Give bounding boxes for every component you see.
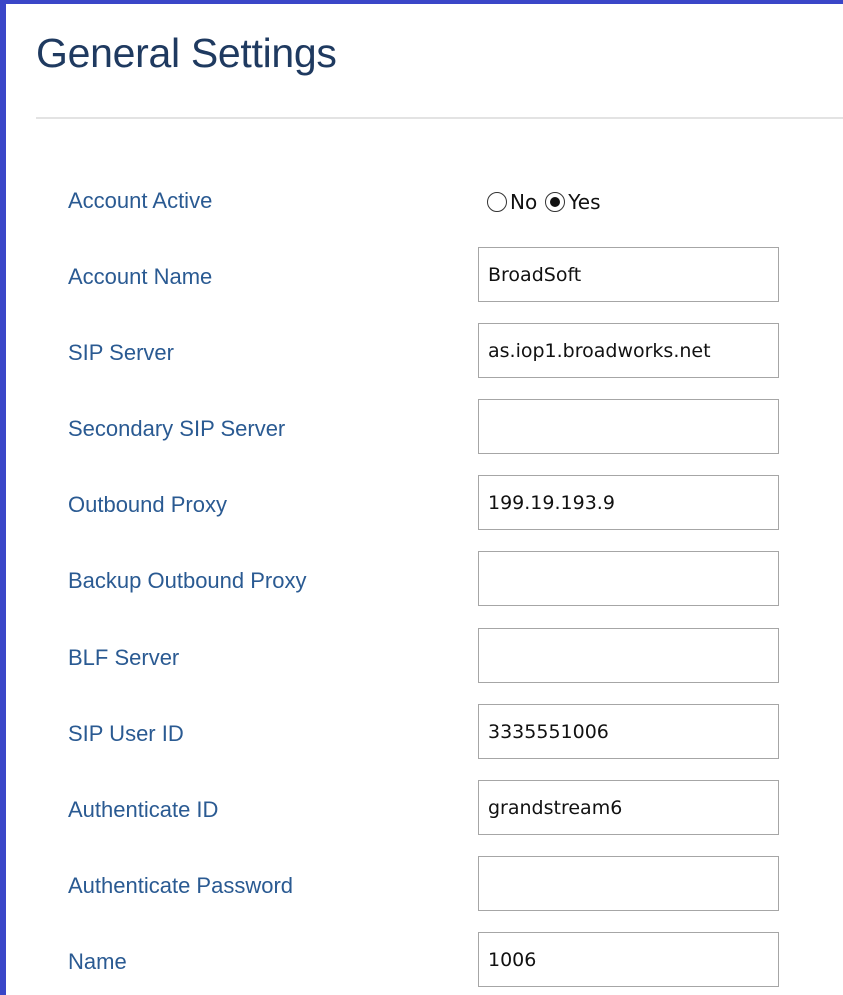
outbound-proxy-label: Outbound Proxy bbox=[68, 492, 227, 517]
backup-outbound-proxy-label: Backup Outbound Proxy bbox=[68, 568, 307, 593]
outbound-proxy-input[interactable] bbox=[478, 475, 779, 530]
blf-server-input[interactable] bbox=[478, 628, 779, 683]
authenticate-password-input[interactable] bbox=[478, 856, 779, 911]
secondary-sip-server-label: Secondary SIP Server bbox=[68, 416, 286, 441]
name-input[interactable] bbox=[478, 932, 779, 987]
backup-outbound-proxy-input[interactable] bbox=[478, 551, 779, 606]
sip-user-id-input[interactable] bbox=[478, 704, 779, 759]
sip-server-label: SIP Server bbox=[68, 340, 174, 365]
account-name-input[interactable] bbox=[478, 247, 779, 302]
sip-server-input[interactable] bbox=[478, 323, 779, 378]
name-label: Name bbox=[68, 949, 127, 974]
account-active-yes-radio[interactable] bbox=[545, 192, 566, 212]
account-active-yes-label[interactable]: Yes bbox=[568, 190, 600, 214]
authenticate-id-input[interactable] bbox=[478, 780, 779, 835]
account-name-label: Account Name bbox=[68, 264, 213, 289]
title-divider bbox=[36, 117, 843, 119]
secondary-sip-server-input[interactable] bbox=[478, 399, 779, 454]
settings-panel: General Settings Account Active No Yes A… bbox=[0, 0, 843, 995]
account-active-radio-group: No Yes bbox=[487, 188, 601, 216]
authenticate-id-label: Authenticate ID bbox=[68, 797, 219, 822]
page-title: General Settings bbox=[36, 30, 337, 76]
authenticate-password-label: Authenticate Password bbox=[68, 873, 294, 898]
account-active-no-label[interactable]: No bbox=[510, 190, 537, 214]
account-active-no-radio[interactable] bbox=[487, 192, 507, 212]
sip-user-id-label: SIP User ID bbox=[68, 721, 184, 746]
blf-server-label: BLF Server bbox=[68, 645, 180, 670]
account-active-label: Account Active bbox=[68, 188, 213, 213]
